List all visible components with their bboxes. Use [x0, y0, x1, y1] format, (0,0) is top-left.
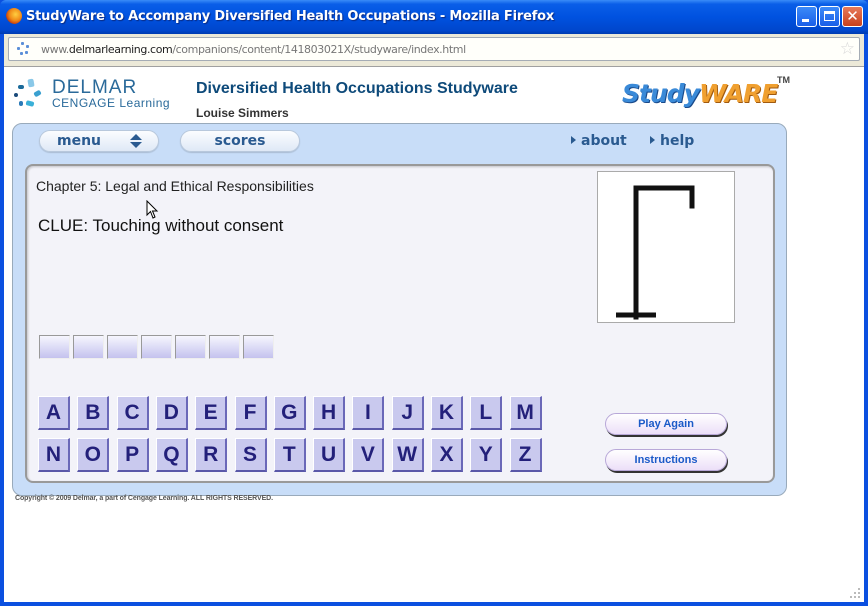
letter-key-h[interactable]: H [313, 396, 346, 430]
letter-key-r[interactable]: R [195, 438, 228, 472]
studyware-frame: menu scores about help Chapter 5: Legal … [12, 123, 787, 496]
loading-icon [16, 42, 30, 56]
word-slots [39, 335, 274, 359]
letter-key-j[interactable]: J [391, 396, 424, 430]
letter-key-w[interactable]: W [391, 438, 424, 472]
letter-key-z[interactable]: Z [509, 438, 542, 472]
hangman-drawing [597, 171, 735, 323]
letter-key-e[interactable]: E [195, 396, 228, 430]
delmar-logo-icon [14, 78, 44, 109]
letter-key-k[interactable]: K [431, 396, 463, 430]
url-bar[interactable]: www.delmarlearning.com/companions/conten… [8, 37, 860, 61]
letter-key-i[interactable]: I [352, 396, 385, 430]
letter-key-n[interactable]: N [38, 438, 70, 472]
letter-key-l[interactable]: L [470, 396, 503, 430]
instructions-button[interactable]: Instructions [605, 449, 727, 471]
gallows-icon [616, 185, 695, 320]
url-text[interactable]: www.delmarlearning.com/companions/conten… [41, 43, 466, 56]
letter-key-v[interactable]: V [352, 438, 385, 472]
letter-key-t[interactable]: T [273, 438, 306, 472]
copyright-text: Copyright © 2009 Delmar, a part of Cenga… [15, 495, 273, 502]
clue-text: CLUE: Touching without consent [38, 216, 284, 235]
firefox-icon [6, 8, 22, 24]
letter-slot [209, 335, 240, 359]
letter-slot [73, 335, 104, 359]
scores-button[interactable]: scores [180, 130, 300, 152]
studyware-logo: StudyWARE [622, 79, 778, 108]
minimize-button[interactable] [796, 6, 817, 27]
browser-window: StudyWare to Accompany Diversified Healt… [0, 0, 868, 606]
close-button[interactable]: ✕ [842, 6, 863, 27]
letter-key-d[interactable]: D [155, 396, 188, 430]
trademark-mark: TM [777, 75, 790, 85]
letter-key-f[interactable]: F [234, 396, 267, 430]
triangle-right-icon [650, 136, 655, 144]
window-title: StudyWare to Accompany Diversified Healt… [26, 9, 555, 24]
letter-slot [107, 335, 138, 359]
letter-key-q[interactable]: Q [155, 438, 188, 472]
letter-key-s[interactable]: S [234, 438, 267, 472]
bookmark-star-icon[interactable]: ☆ [840, 39, 855, 59]
navigation-toolbar: www.delmarlearning.com/companions/conten… [4, 34, 864, 66]
mouse-cursor-icon [146, 200, 159, 219]
letter-key-o[interactable]: O [77, 438, 110, 472]
author-name: Louise Simmers [196, 106, 289, 120]
title-bar[interactable]: StudyWare to Accompany Diversified Healt… [0, 0, 868, 34]
close-icon: ✕ [846, 7, 859, 25]
chapter-title: Chapter 5: Legal and Ethical Responsibil… [36, 178, 314, 194]
triangle-right-icon [571, 136, 576, 144]
minimize-icon [802, 19, 809, 22]
letter-key-u[interactable]: U [313, 438, 346, 472]
letter-slot [141, 335, 172, 359]
help-link[interactable]: help [650, 133, 694, 149]
letter-key-g[interactable]: G [273, 396, 306, 430]
publisher-sub: CENGAGE Learning [52, 96, 171, 110]
up-down-arrows-icon [130, 134, 142, 149]
app-title: Diversified Health Occupations Studyware [196, 80, 518, 97]
maximize-icon [824, 11, 835, 21]
letter-key-x[interactable]: X [431, 438, 463, 472]
menu-button[interactable]: menu [39, 130, 159, 152]
page-content: DE LM A R CENGAGE Learning Diversified Heal… [4, 66, 864, 602]
play-again-button[interactable]: Play Again [605, 413, 727, 435]
maximize-button[interactable] [819, 6, 840, 27]
letter-key-b[interactable]: B [77, 396, 110, 430]
letter-slot [39, 335, 70, 359]
letter-key-m[interactable]: M [509, 396, 542, 430]
letter-slot [243, 335, 274, 359]
letter-key-c[interactable]: C [116, 396, 149, 430]
letter-slot [175, 335, 206, 359]
letter-key-p[interactable]: P [116, 438, 149, 472]
resize-grip-icon[interactable] [848, 586, 860, 598]
about-link[interactable]: about [571, 133, 627, 149]
letter-key-y[interactable]: Y [470, 438, 503, 472]
letter-key-a[interactable]: A [38, 396, 70, 430]
hangman-game-panel: Chapter 5: Legal and Ethical Responsibil… [25, 164, 775, 483]
